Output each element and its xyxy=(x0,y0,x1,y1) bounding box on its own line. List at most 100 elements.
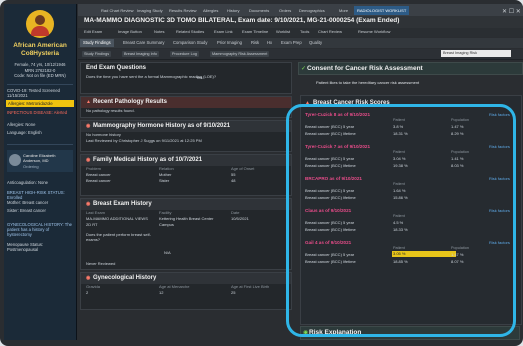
action-breast-imaging[interactable]: Breast Imaging Info xyxy=(122,51,159,57)
tab-rad-chart[interactable]: Rad Chart Review xyxy=(98,6,136,15)
end-exam-question: Does the time you have sent the a formal… xyxy=(86,74,217,79)
family-icon: ◉ xyxy=(86,157,91,163)
subtab-risk[interactable]: Risk xyxy=(248,39,262,47)
tab-orders[interactable]: Orders xyxy=(276,6,294,15)
tab-results[interactable]: Results Review xyxy=(166,6,200,15)
risk-population: 1.47 % xyxy=(451,252,464,257)
risk-patient: 15.86 % xyxy=(393,195,408,200)
divider xyxy=(7,144,73,145)
hormone-title: Mammography Hormone History as of 9/10/2… xyxy=(93,123,231,129)
table-row[interactable]: 2D RT Campus xyxy=(81,222,291,228)
patient-avatar[interactable] xyxy=(26,10,54,38)
risk-label: Breast cancer (BCC) lifetime xyxy=(305,131,356,136)
tab-history[interactable]: History xyxy=(224,6,242,15)
end-exam-answer: Yes xyxy=(196,75,203,80)
hormone-header: ◉ Mammography Hormone History as of 9/10/… xyxy=(81,121,291,132)
subtab-hx[interactable]: Hx xyxy=(264,39,275,47)
model-name: Gail 4 as of 9/10/2021 xyxy=(305,240,352,245)
cell: Breast cancer xyxy=(86,178,111,183)
risk-factors-link[interactable]: Risk factors xyxy=(489,208,510,213)
action-mammo-risk[interactable]: Mammography Risk Assessment xyxy=(210,51,270,57)
tab-documents[interactable]: Documents xyxy=(246,6,272,15)
allergy-badge[interactable]: Allergies: Metronidazole xyxy=(6,100,74,107)
info-icon: ◉ xyxy=(303,330,309,336)
toolbar-image[interactable]: Image Button xyxy=(118,29,142,34)
risk-label: Breast cancer (BCC) lifetime xyxy=(305,259,356,264)
tab-demographics[interactable]: Demographics xyxy=(296,6,328,15)
patient-name: African American Co8Hysteria xyxy=(13,42,67,57)
action-study-findings[interactable]: Study Findings xyxy=(82,51,112,57)
family-history-card: ◉ Family Medical History as of 10/7/2021 … xyxy=(80,154,292,196)
exam-subtabs: Study Findings Breast Care Summary Compa… xyxy=(78,38,523,48)
risk-population: 8.07 % xyxy=(451,259,464,264)
risk-patient: 3.8 % xyxy=(393,124,404,129)
toolbar-tools[interactable]: Tools xyxy=(300,29,309,34)
window-controls[interactable]: ✕ ☐ ✕ xyxy=(502,8,521,15)
risk-label: Breast cancer (BCC) 5 year xyxy=(305,124,355,129)
checkmark-icon: ✓ xyxy=(301,66,307,72)
anticoag-line: Anticoagulation: None xyxy=(7,180,48,185)
toolbar-chart-review[interactable]: Chart Review xyxy=(318,29,342,34)
toolbar-edit-exam[interactable]: Edit Exam xyxy=(84,29,102,34)
risk-explanation-header[interactable]: ◉ Risk Explanation xyxy=(300,326,520,340)
action-procedure-log[interactable]: Procedure Log xyxy=(170,51,199,57)
model-name: Claus as of 9/10/2021 xyxy=(305,208,352,213)
risk-factors-link[interactable]: Risk factors xyxy=(489,176,510,181)
care-team-card[interactable]: Caroline Elizabeth Anderson, MD Ordering xyxy=(7,150,73,172)
tab-radiologist-worklist[interactable]: RADIOLOGIST WORKLIST xyxy=(354,6,410,15)
pathology-title: Recent Pathology Results xyxy=(93,99,168,105)
toolbar-timeline[interactable]: Exam Timeline xyxy=(242,29,268,34)
risk-scores-card: ▲ Breast Cancer Risk Scores Tyrer-Cuzick… xyxy=(300,95,522,325)
tab-more[interactable]: More xyxy=(336,6,351,15)
toolbar-resume[interactable]: Resume Workflow xyxy=(358,29,390,34)
family-title: Family Medical History as of 10/7/2021 xyxy=(93,157,203,163)
section-actions: Study Findings Breast Imaging Info Proce… xyxy=(78,49,523,60)
toolbar-notes[interactable]: Notes xyxy=(154,29,164,34)
exam-title: MA-MAMMO DIAGNOSTIC 3D TOMO BILATERAL, E… xyxy=(84,17,400,24)
exam-icon: ◉ xyxy=(86,201,91,207)
risk-population: 1.41 % xyxy=(451,156,464,161)
history-column: End Exam Questions Does the time you hav… xyxy=(80,62,292,346)
risk-label: Breast cancer (BCC) lifetime xyxy=(305,163,356,168)
care-team-role: Ordering xyxy=(23,164,39,169)
highrisk-status[interactable]: BREAST HIGH-RISK STATUS: Enrolled xyxy=(7,190,73,200)
risk-label: Breast cancer (BCC) lifetime xyxy=(305,227,356,232)
consent-header: ✓ Consent for Cancer Risk Assessment xyxy=(298,62,523,75)
covid-status[interactable]: COVID-19: Tested Screened 11/15/2021 xyxy=(7,88,73,98)
cell: 48 xyxy=(231,178,236,183)
toolbar-related[interactable]: Related Studies xyxy=(176,29,204,34)
infection-flag[interactable]: INFECTIOUS DISEASE: Alerted xyxy=(7,110,73,115)
col-population: Population xyxy=(451,150,469,154)
model-name: Tyrer-Cuzick 8 as of 9/10/2021 xyxy=(305,112,371,117)
subtab-study-findings[interactable]: Study Findings xyxy=(80,39,114,47)
tab-allergies[interactable]: Allergies xyxy=(200,6,221,15)
table-row: Breast cancer Sister 48 xyxy=(81,178,291,184)
subtab-breast-care[interactable]: Breast Care Summary xyxy=(120,39,167,47)
risk-patient: 3.05 % xyxy=(393,251,406,256)
col-patient: Patient xyxy=(393,246,405,250)
cell: Campus xyxy=(159,222,174,227)
subtab-exam-prep[interactable]: Exam Prep xyxy=(278,39,305,47)
subtab-comparison[interactable]: Comparison Study xyxy=(170,39,210,47)
toolbar-worklist[interactable]: Worklist xyxy=(276,29,290,34)
subtab-prior-imaging[interactable]: Prior Imaging xyxy=(214,39,245,47)
provider-avatar xyxy=(9,154,21,166)
risk-factors-link[interactable]: Risk factors xyxy=(489,240,510,245)
consent-title: Consent for Cancer Risk Assessment xyxy=(307,65,423,72)
risk-scores-title: Breast Cancer Risk Scores xyxy=(313,100,390,106)
section-dropdown[interactable]: Breast Imaging Risk xyxy=(441,50,511,57)
alert-icon: ▲ xyxy=(305,100,310,106)
cell: 25 xyxy=(231,290,236,295)
risk-patient: 18.85 % xyxy=(393,259,408,264)
subtab-quality[interactable]: Quality xyxy=(306,39,325,47)
exam-title: Breast Exam History xyxy=(93,201,152,207)
exam-header: ◉ Breast Exam History xyxy=(81,199,291,210)
self-exam-answer: N/A xyxy=(164,250,171,255)
toolbar-exam-link[interactable]: Exam Link xyxy=(214,29,233,34)
risk-factors-link[interactable]: Risk factors xyxy=(489,144,510,149)
exam-titlebar: MA-MAMMO DIAGNOSTIC 3D TOMO BILATERAL, E… xyxy=(78,16,523,28)
risk-patient: 19.38 % xyxy=(393,163,408,168)
gyn-history-line[interactable]: GYNECOLOGICAL HISTORY: The patient has a… xyxy=(7,222,73,237)
risk-factors-link[interactable]: Risk factors xyxy=(489,112,510,117)
tab-imaging[interactable]: Imaging Study xyxy=(134,6,166,15)
